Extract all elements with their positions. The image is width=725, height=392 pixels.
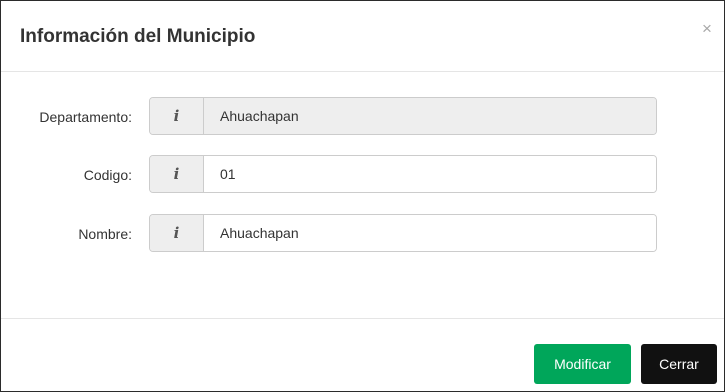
form-row-departamento: Departamento: i — [1, 97, 724, 137]
codigo-label: Codigo: — [83, 167, 132, 183]
nombre-input-group: i — [149, 214, 657, 252]
form-row-codigo: Codigo: i — [1, 155, 724, 195]
info-icon: i — [150, 215, 204, 251]
nombre-label: Nombre: — [78, 226, 132, 242]
info-icon-glyph: i — [173, 107, 180, 125]
codigo-field[interactable] — [204, 156, 656, 192]
nombre-field[interactable] — [204, 215, 656, 251]
departamento-field — [204, 98, 656, 134]
info-icon: i — [150, 98, 204, 134]
info-icon-glyph: i — [173, 165, 180, 183]
info-icon: i — [150, 156, 204, 192]
departamento-input-group: i — [149, 97, 657, 135]
municipio-modal: Información del Municipio × Departamento… — [0, 0, 725, 392]
modify-button[interactable]: Modificar — [534, 344, 631, 384]
close-icon[interactable]: × — [698, 20, 716, 38]
modal-title: Información del Municipio — [20, 26, 256, 47]
departamento-label: Departamento: — [39, 109, 132, 125]
form-row-nombre: Nombre: i — [1, 214, 724, 254]
modal-footer: Modificar Cerrar — [1, 318, 724, 392]
close-button[interactable]: Cerrar — [641, 344, 717, 384]
codigo-input-group: i — [149, 155, 657, 193]
info-icon-glyph: i — [173, 224, 180, 242]
modal-header: Información del Municipio × — [1, 1, 724, 72]
